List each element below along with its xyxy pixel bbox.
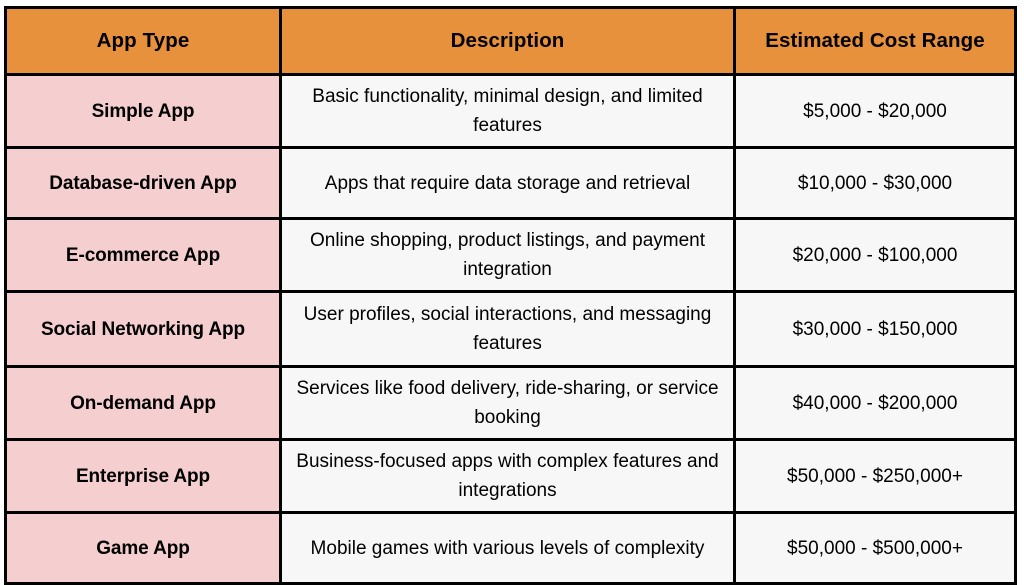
cell-app-type: On-demand App xyxy=(4,365,282,441)
cell-description: User profiles, social interactions, and … xyxy=(279,290,736,368)
cell-description: Apps that require data storage and retri… xyxy=(279,146,736,220)
cell-app-type: Social Networking App xyxy=(4,290,282,368)
cell-description: Business-focused apps with complex featu… xyxy=(279,438,736,514)
cell-cost: $20,000 - $100,000 xyxy=(733,217,1017,293)
column-header-description: Description xyxy=(279,6,736,76)
cell-app-type: Database-driven App xyxy=(4,146,282,220)
cell-cost: $40,000 - $200,000 xyxy=(733,365,1017,441)
table-row: Game App Mobile games with various level… xyxy=(4,511,1017,585)
table-row: E-commerce App Online shopping, product … xyxy=(4,217,1017,293)
cell-description: Services like food delivery, ride-sharin… xyxy=(279,365,736,441)
cell-description: Basic functionality, minimal design, and… xyxy=(279,73,736,149)
cell-cost: $30,000 - $150,000 xyxy=(733,290,1017,368)
cell-cost: $10,000 - $30,000 xyxy=(733,146,1017,220)
cell-description: Online shopping, product listings, and p… xyxy=(279,217,736,293)
table-row: Simple App Basic functionality, minimal … xyxy=(4,73,1017,149)
column-header-app-type: App Type xyxy=(4,6,282,76)
table-header: App Type Description Estimated Cost Rang… xyxy=(4,6,1017,76)
cell-app-type: Simple App xyxy=(4,73,282,149)
column-header-estimated-cost-range: Estimated Cost Range xyxy=(733,6,1017,76)
cell-app-type: Game App xyxy=(4,511,282,585)
table-row: On-demand App Services like food deliver… xyxy=(4,365,1017,441)
cell-cost: $50,000 - $250,000+ xyxy=(733,438,1017,514)
table-body: Simple App Basic functionality, minimal … xyxy=(4,73,1017,585)
cell-app-type: E-commerce App xyxy=(4,217,282,293)
table-row: Enterprise App Business-focused apps wit… xyxy=(4,438,1017,514)
cell-cost: $5,000 - $20,000 xyxy=(733,73,1017,149)
cell-description: Mobile games with various levels of comp… xyxy=(279,511,736,585)
cell-cost: $50,000 - $500,000+ xyxy=(733,511,1017,585)
cell-app-type: Enterprise App xyxy=(4,438,282,514)
table-header-row: App Type Description Estimated Cost Rang… xyxy=(4,6,1017,76)
table-row: Social Networking App User profiles, soc… xyxy=(4,290,1017,368)
app-cost-table: App Type Description Estimated Cost Rang… xyxy=(4,6,1017,585)
table-row: Database-driven App Apps that require da… xyxy=(4,146,1017,220)
page-container: App Type Description Estimated Cost Rang… xyxy=(0,0,1024,585)
